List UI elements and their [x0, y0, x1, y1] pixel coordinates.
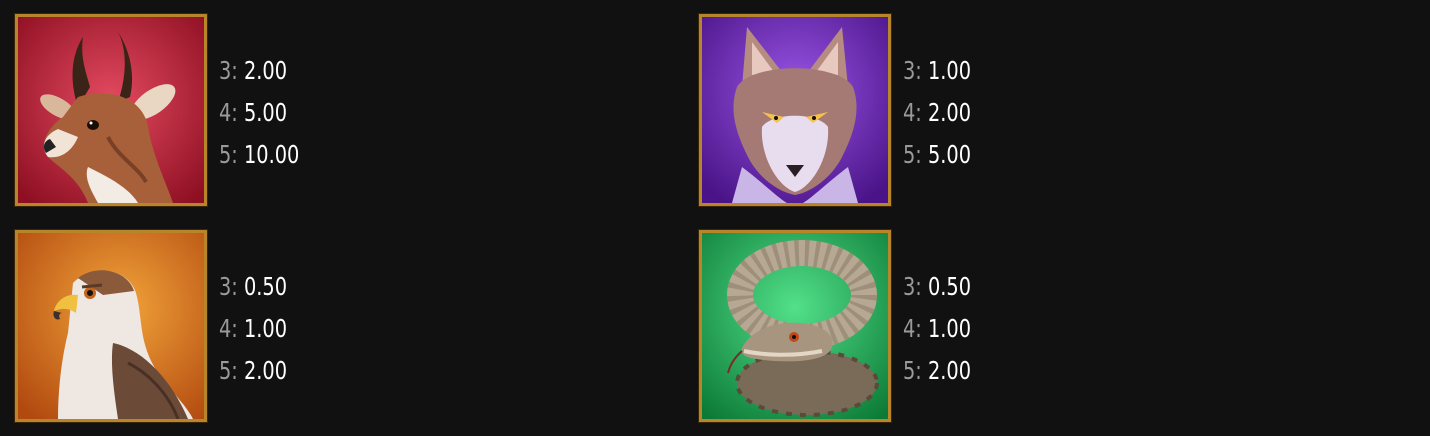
payout-row: 4: 5.00 — [219, 92, 299, 134]
symbol-entry-wolf: 3: 1.00 4: 2.00 5: 5.00 — [699, 14, 1199, 206]
payout-row: 4: 1.00 — [903, 308, 971, 350]
payout-count: 3: — [219, 272, 238, 301]
payout-row: 5: 2.00 — [903, 350, 971, 392]
payout-value: 1.00 — [927, 314, 972, 343]
paytable: 3: 2.00 4: 5.00 5: 10.00 3: 1.00 4: 2.00… — [0, 0, 1430, 436]
symbol-frame — [699, 14, 891, 206]
payout-count: 3: — [219, 56, 238, 85]
payout-count: 3: — [903, 56, 922, 85]
snake-icon — [702, 233, 888, 419]
payout-value: 2.00 — [243, 56, 288, 85]
payout-row: 3: 1.00 — [903, 50, 971, 92]
symbol-frame — [699, 230, 891, 422]
payout-value: 5.00 — [927, 140, 972, 169]
wolf-icon — [702, 17, 888, 203]
payout-value: 2.00 — [243, 356, 288, 385]
payout-row: 5: 5.00 — [903, 134, 971, 176]
payout-value: 2.00 — [927, 356, 972, 385]
payout-count: 5: — [219, 140, 238, 169]
payout-list: 3: 0.50 4: 1.00 5: 2.00 — [219, 266, 298, 392]
payout-count: 4: — [903, 98, 922, 127]
payout-list: 3: 0.50 4: 1.00 5: 2.00 — [903, 266, 982, 392]
payout-row: 3: 0.50 — [903, 266, 971, 308]
payout-list: 3: 1.00 4: 2.00 5: 5.00 — [903, 50, 982, 176]
symbol-entry-snake: 3: 0.50 4: 1.00 5: 2.00 — [699, 230, 1199, 422]
payout-count: 5: — [219, 356, 238, 385]
payout-value: 1.00 — [927, 56, 972, 85]
payout-value: 2.00 — [927, 98, 972, 127]
payout-value: 0.50 — [927, 272, 972, 301]
payout-row: 4: 1.00 — [219, 308, 287, 350]
payout-list: 3: 2.00 4: 5.00 5: 10.00 — [219, 50, 312, 176]
payout-row: 5: 10.00 — [219, 134, 299, 176]
pronghorn-icon — [18, 17, 204, 203]
payout-row: 3: 0.50 — [219, 266, 287, 308]
payout-row: 3: 2.00 — [219, 50, 299, 92]
symbol-entry-pronghorn: 3: 2.00 4: 5.00 5: 10.00 — [15, 14, 515, 206]
payout-value: 10.00 — [243, 140, 300, 169]
payout-row: 4: 2.00 — [903, 92, 971, 134]
payout-count: 3: — [903, 272, 922, 301]
payout-count: 4: — [219, 98, 238, 127]
payout-value: 1.00 — [243, 314, 288, 343]
payout-value: 5.00 — [243, 98, 288, 127]
symbol-entry-hawk: 3: 0.50 4: 1.00 5: 2.00 — [15, 230, 515, 422]
payout-count: 5: — [903, 356, 922, 385]
symbol-frame — [15, 230, 207, 422]
payout-row: 5: 2.00 — [219, 350, 287, 392]
hawk-icon — [18, 233, 204, 419]
symbol-frame — [15, 14, 207, 206]
payout-count: 4: — [903, 314, 922, 343]
payout-count: 5: — [903, 140, 922, 169]
payout-count: 4: — [219, 314, 238, 343]
payout-value: 0.50 — [243, 272, 288, 301]
